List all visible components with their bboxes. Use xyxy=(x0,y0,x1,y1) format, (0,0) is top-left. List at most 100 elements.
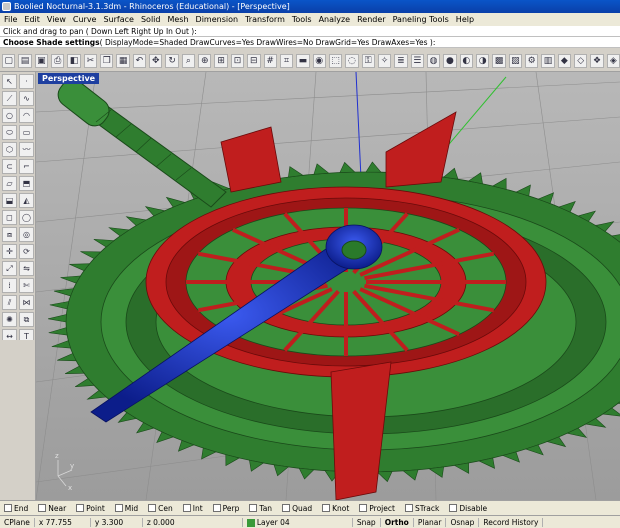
rotate-icon[interactable]: ⟳ xyxy=(19,244,34,259)
undo-icon[interactable]: ↶ xyxy=(132,53,147,68)
split-icon[interactable]: ⫽ xyxy=(2,295,17,310)
properties-icon[interactable]: ☰ xyxy=(410,53,424,68)
light-icon[interactable]: ✧ xyxy=(377,53,392,68)
zoom-icon[interactable]: ⌕ xyxy=(181,53,196,68)
trim-icon[interactable]: ✄ xyxy=(19,278,34,293)
osnap-mid[interactable]: Mid xyxy=(114,504,138,513)
status-osnap-toggle[interactable]: Osnap xyxy=(446,517,480,527)
osnap-knot-checkbox[interactable] xyxy=(322,504,331,512)
mirror-icon[interactable]: ⇋ xyxy=(19,261,34,276)
ellipse-icon[interactable]: ⬭ xyxy=(2,125,17,140)
rectangle-icon[interactable]: ▭ xyxy=(19,125,34,140)
osnap-mid-checkbox[interactable] xyxy=(114,504,123,512)
menu-analyze[interactable]: Analyze xyxy=(319,15,351,24)
zoom-selected-icon[interactable]: ⊡ xyxy=(230,53,245,68)
array-icon[interactable]: ⁞ xyxy=(2,278,17,293)
save-icon[interactable]: ▣ xyxy=(34,53,49,68)
car-icon[interactable]: ▬ xyxy=(296,53,310,68)
scale-icon[interactable]: ⤢ xyxy=(2,261,17,276)
osnap-int-checkbox[interactable] xyxy=(182,504,191,512)
shaded-sphere-icon[interactable]: ● xyxy=(443,53,457,68)
sphere-icon[interactable]: ◯ xyxy=(19,210,34,225)
osnap-near[interactable]: Near xyxy=(38,504,66,513)
zoom-extents-icon[interactable]: ⊞ xyxy=(214,53,228,68)
import-icon[interactable]: ◧ xyxy=(67,53,81,68)
boolean-icon[interactable]: ◎ xyxy=(19,227,34,242)
osnap-cen-checkbox[interactable] xyxy=(148,504,157,512)
viewport-title-tab[interactable]: Perspective xyxy=(38,73,100,84)
explode-icon[interactable]: ✺ xyxy=(2,312,17,327)
select-icon[interactable]: ⬚ xyxy=(328,53,343,68)
osnap-knot[interactable]: Knot xyxy=(322,504,349,513)
grid-icon[interactable]: # xyxy=(263,53,277,68)
cut-icon[interactable]: ✂ xyxy=(83,53,98,68)
rotate-view-icon[interactable]: ↻ xyxy=(165,53,179,68)
menu-tools[interactable]: Tools xyxy=(292,15,312,24)
menu-curve[interactable]: Curve xyxy=(73,15,97,24)
menu-render[interactable]: Render xyxy=(357,15,385,24)
render-sphere-icon[interactable]: ◐ xyxy=(459,53,473,68)
paneling-pattern-icon[interactable]: ❖ xyxy=(590,53,604,68)
status-ortho-toggle[interactable]: Ortho xyxy=(381,517,414,527)
command-options[interactable]: ( DisplayMode=Shaded DrawCurves=Yes Draw… xyxy=(100,38,436,47)
menu-view[interactable]: View xyxy=(47,15,66,24)
menu-solid[interactable]: Solid xyxy=(141,15,161,24)
osnap-cen[interactable]: Cen xyxy=(148,504,173,513)
command-prompt[interactable]: Choose Shade settings ( DisplayMode=Shad… xyxy=(0,37,620,48)
pan-icon[interactable]: ✥ xyxy=(149,53,163,68)
hide-icon[interactable]: ◌ xyxy=(345,53,359,68)
join-icon[interactable]: ⋈ xyxy=(19,295,34,310)
loft-icon[interactable]: ⬓ xyxy=(2,193,17,208)
mesh-icon[interactable]: ⧈ xyxy=(2,227,17,242)
menu-help[interactable]: Help xyxy=(456,15,474,24)
paneling-icon[interactable]: ◆ xyxy=(557,53,572,68)
status-snap-toggle[interactable]: Snap xyxy=(353,517,381,527)
open-file-icon[interactable]: ▤ xyxy=(18,53,32,68)
options-icon[interactable]: ⚙ xyxy=(525,53,539,68)
four-viewports-icon[interactable]: ⊟ xyxy=(247,53,261,68)
texture-icon[interactable]: ▨ xyxy=(508,53,522,68)
osnap-quad[interactable]: Quad xyxy=(282,504,312,513)
perspective-viewport[interactable]: y x z Perspective xyxy=(36,72,620,500)
menu-surface[interactable]: Surface xyxy=(103,15,133,24)
environment-icon[interactable]: ◑ xyxy=(475,53,490,68)
box-icon[interactable]: ◻ xyxy=(2,210,17,225)
color-wheel-icon[interactable]: ◍ xyxy=(426,53,441,68)
osnap-strack[interactable]: STrack xyxy=(404,504,439,513)
paste-icon[interactable]: ▦ xyxy=(116,53,130,68)
paneling-grid-icon[interactable]: ◇ xyxy=(574,53,588,68)
free-curve-icon[interactable]: 〰 xyxy=(19,142,34,157)
group-icon[interactable]: ⧉ xyxy=(19,312,34,327)
lock-icon[interactable]: ⚿ xyxy=(361,53,375,68)
osnap-tan-checkbox[interactable] xyxy=(249,504,258,512)
polygon-icon[interactable]: ⬡ xyxy=(2,142,17,157)
menu-transform[interactable]: Transform xyxy=(245,15,285,24)
osnap-strack-checkbox[interactable] xyxy=(404,504,413,512)
status-record-history-toggle[interactable]: Record History xyxy=(479,517,544,527)
osnap-perp[interactable]: Perp xyxy=(212,504,239,513)
osnap-near-checkbox[interactable] xyxy=(38,504,47,512)
osnap-point[interactable]: Point xyxy=(76,504,105,513)
menu-dimension[interactable]: Dimension xyxy=(196,15,239,24)
osnap-project-checkbox[interactable] xyxy=(359,504,368,512)
osnap-disable-checkbox[interactable] xyxy=(449,504,458,512)
status-layer[interactable]: Layer 04 xyxy=(243,517,353,527)
fillet-icon[interactable]: ⌐ xyxy=(19,159,34,174)
material-icon[interactable]: ▩ xyxy=(492,53,506,68)
cplane-icon[interactable]: ⌗ xyxy=(279,53,294,68)
new-file-icon[interactable]: ▢ xyxy=(2,53,16,68)
eye-icon[interactable]: ◉ xyxy=(312,53,326,68)
paneling-edge-icon[interactable]: ◈ xyxy=(606,53,620,68)
arc-icon[interactable]: ◠ xyxy=(19,108,34,123)
surface-icon[interactable]: ▱ xyxy=(2,176,17,191)
move-icon[interactable]: ✛ xyxy=(2,244,17,259)
sweep-icon[interactable]: ◭ xyxy=(19,193,34,208)
osnap-disable[interactable]: Disable xyxy=(449,504,487,513)
menu-mesh[interactable]: Mesh xyxy=(167,15,188,24)
menu-file[interactable]: File xyxy=(4,15,17,24)
osnap-end-checkbox[interactable] xyxy=(4,504,12,512)
osnap-tan[interactable]: Tan xyxy=(249,504,272,513)
osnap-point-checkbox[interactable] xyxy=(76,504,85,512)
osnap-perp-checkbox[interactable] xyxy=(212,504,221,512)
print-icon[interactable]: ⎙ xyxy=(51,53,65,68)
